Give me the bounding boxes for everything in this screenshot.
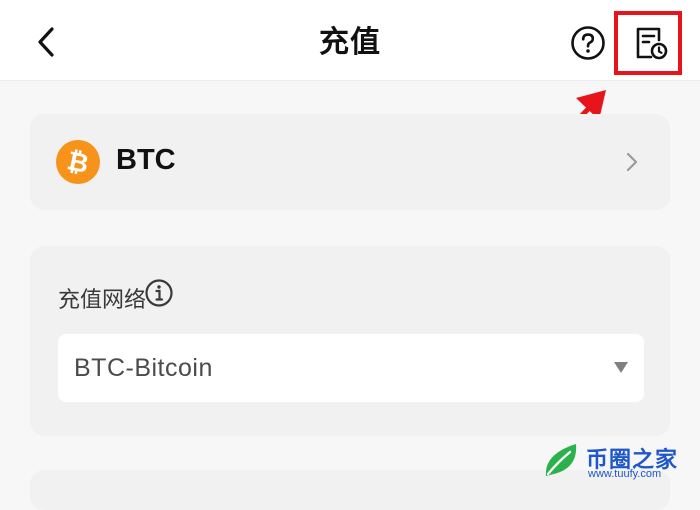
- coin-selector[interactable]: ₿ BTC: [30, 114, 670, 210]
- deposit-record-icon[interactable]: [631, 24, 669, 62]
- network-label: 充值网络: [58, 287, 147, 312]
- bitcoin-icon: ₿: [56, 140, 100, 184]
- top-bar: 充值: [0, 0, 700, 81]
- network-select-value: BTC-Bitcoin: [74, 354, 213, 382]
- question-circle-icon[interactable]: [570, 25, 606, 61]
- network-section: 充值网络 BTC-Bitcoin: [30, 246, 670, 436]
- network-select[interactable]: BTC-Bitcoin: [58, 334, 644, 402]
- chevron-right-icon: [626, 152, 638, 172]
- coin-name: BTC: [116, 144, 176, 176]
- watermark: 币圈之家 www.tuufy.com: [538, 440, 698, 486]
- watermark-url: www.tuufy.com: [588, 468, 662, 480]
- leaf-logo-icon: [545, 444, 577, 476]
- dropdown-triangle-icon: [614, 362, 628, 373]
- info-icon[interactable]: [144, 278, 174, 308]
